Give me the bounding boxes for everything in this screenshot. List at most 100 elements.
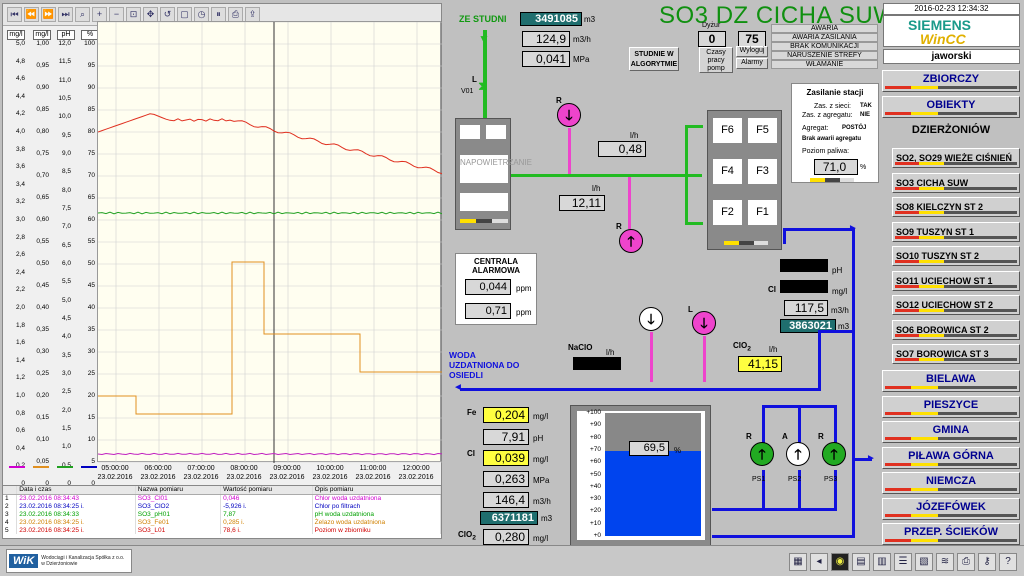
pump-arrow-up-icon[interactable]: 🡑 xyxy=(750,442,774,466)
table-row[interactable]: 5 23.02.2016 08:34:25 i. SO3_L01 78,6 i. Poz… xyxy=(3,526,442,534)
nav-area[interactable]: PRZEP. ŚCIEKÓW xyxy=(882,523,1020,545)
nav-station[interactable]: SO12 UCIECHOW ST 2 xyxy=(892,295,1020,315)
pump-arrow-up-icon[interactable]: 🡑 xyxy=(822,442,846,466)
y-tick-label: 9,5 xyxy=(61,131,71,139)
pipe xyxy=(685,222,703,225)
pump-times-button[interactable]: Czasy pracy pomp xyxy=(699,47,733,73)
nav-station[interactable]: SO11 UCIECHOW ST 1 xyxy=(892,270,1020,291)
status-bar xyxy=(895,186,1018,190)
nav-station[interactable]: SO7 BOROWICA ST 3 xyxy=(892,344,1020,364)
dosing-flow-2: 12,11 xyxy=(559,195,605,211)
table-row[interactable]: 1 23.02.2016 08:34:43 SO3_Cl01 0,046 Chlor w… xyxy=(3,494,442,502)
x-tick-date: 23.02.2016 xyxy=(97,474,133,481)
status-bar xyxy=(460,219,508,223)
nav-area[interactable]: NIEMCZA xyxy=(882,472,1020,494)
pump-arrow-up-icon[interactable]: 🡑 xyxy=(619,229,643,253)
nav-area[interactable]: JÓZEFÓWEK xyxy=(882,497,1020,520)
supply-label: Agregat: xyxy=(802,125,829,132)
pump-arrow-down-icon[interactable]: 🡓 xyxy=(557,103,581,127)
y-tick-label: 25 xyxy=(87,370,95,377)
zoom-area-icon[interactable]: ⊡ xyxy=(126,7,141,22)
nav-station[interactable]: SO2, SO29 WIEŻE CIŚNIEŃ xyxy=(892,148,1020,168)
y-tick-label: 45 xyxy=(87,282,95,289)
runtime-icon[interactable]: ▦ xyxy=(789,553,807,571)
table-row[interactable]: 4 23.02.2016 08:34:25 i. SO3_Fe01 0,285 i. Ż… xyxy=(3,518,442,526)
zoom-out-icon[interactable]: − xyxy=(109,7,124,22)
x-tick-time: 08:00:00 xyxy=(230,465,258,472)
tank[interactable]: +100 +90 +80 +70 +60 +50 +40 +30 +20 +10 +0 69,5 % xyxy=(570,405,711,546)
nav-area[interactable]: BIELAWA xyxy=(882,370,1020,392)
y-tick-label: 10 xyxy=(87,436,95,443)
nav-station[interactable]: SO8 KIELCZYN ST 2 xyxy=(892,197,1020,217)
forward-icon[interactable]: ⏩ xyxy=(41,7,56,22)
table-row[interactable]: 2 23.02.2016 08:34:25 i. SO3_ClO2 -5,926 i.… xyxy=(3,502,442,510)
y-tick-label: 0,8 xyxy=(15,409,25,417)
select-icon[interactable]: ▢ xyxy=(177,7,192,22)
pump-arrow-down-icon[interactable]: 🡓 xyxy=(639,307,663,331)
filter-f5[interactable]: F5 xyxy=(748,118,777,143)
legend-swatch xyxy=(81,466,97,468)
alarms-button[interactable]: Alarmy xyxy=(736,58,768,69)
nav-obiekty[interactable]: OBIEKTY xyxy=(882,96,1020,118)
y-tick-label: 75 xyxy=(87,150,95,157)
tank-level: 69,5 xyxy=(629,441,669,456)
original-view-icon[interactable]: ↺ xyxy=(160,7,175,22)
help-icon[interactable]: ? xyxy=(999,553,1017,571)
pause-icon[interactable]: ⏸ xyxy=(211,7,226,22)
alarm-bell-icon[interactable]: ◉ xyxy=(831,553,849,571)
key-icon[interactable]: ⚷ xyxy=(978,553,996,571)
tank-tick: +90 xyxy=(589,421,601,429)
grid-icon[interactable]: ▤ xyxy=(852,553,870,571)
nav-area[interactable]: GMINA xyxy=(882,421,1020,443)
table-icon[interactable]: ▥ xyxy=(873,553,891,571)
x-tick-time: 11:00:00 xyxy=(359,465,387,472)
status-bar xyxy=(895,211,1018,214)
nav-area[interactable]: PIESZYCE xyxy=(882,395,1020,418)
print-icon[interactable]: ⎙ xyxy=(957,553,975,571)
filter-f3[interactable]: F3 xyxy=(748,159,777,184)
pump-arrow-up-icon[interactable]: 🡑 xyxy=(786,442,810,466)
nav-area[interactable]: PIŁAWA GÓRNA xyxy=(882,446,1020,469)
y-tick-label: 60 xyxy=(87,216,95,223)
table-row[interactable]: 3 23.02.2016 08:34:33 SO3_pH01 7,87 pH woda … xyxy=(3,510,442,518)
pump-name: PS2 xyxy=(788,476,802,483)
nav-zbiorczy[interactable]: ZBIORCZY xyxy=(882,70,1020,92)
nav-station[interactable]: SO9 TUSZYN ST 1 xyxy=(892,221,1020,242)
pipe xyxy=(628,177,631,229)
pressure-value: 0,263 xyxy=(483,471,529,487)
y-tick-label: 0,45 xyxy=(36,282,49,289)
filter-f1[interactable]: F1 xyxy=(748,200,777,225)
pump-arrow-down-icon[interactable]: 🡓 xyxy=(692,311,716,335)
nav-station[interactable]: SO10 TUSZYN ST 2 xyxy=(892,246,1020,266)
report-icon[interactable]: ▧ xyxy=(915,553,933,571)
trend-icon[interactable]: ≋ xyxy=(936,553,954,571)
time-range-icon[interactable]: ◷ xyxy=(194,7,209,22)
y-tick-label: 0,55 xyxy=(36,238,49,245)
nav-station[interactable]: SO3 CICHA SUW xyxy=(892,172,1020,193)
filter-f6[interactable]: F6 xyxy=(713,118,742,143)
logout-button[interactable]: Wyloguj xyxy=(736,46,768,57)
zoom-in-icon[interactable]: + xyxy=(92,7,107,22)
first-icon[interactable]: ⏮ xyxy=(7,7,22,22)
print-icon[interactable]: ⎙ xyxy=(228,7,243,22)
filter-f4[interactable]: F4 xyxy=(713,159,742,184)
dyzur-b: 75 xyxy=(738,31,766,47)
last-icon[interactable]: ⏭ xyxy=(58,7,73,22)
y-tick-label: 85 xyxy=(87,106,95,113)
filter-f2[interactable]: F2 xyxy=(713,200,742,225)
status-bar xyxy=(810,178,854,182)
zoom-icon[interactable]: ⌕ xyxy=(75,7,90,22)
wells-algorithm-button[interactable]: STUDNIE W ALGORYTMIE xyxy=(629,47,679,71)
nav-station[interactable]: SO6 BOROWICA ST 2 xyxy=(892,319,1020,340)
y-tick-label: 3,0 xyxy=(15,216,25,223)
y-tick-label: 80 xyxy=(87,128,95,135)
valve-icon[interactable]: ⧗ xyxy=(478,79,486,94)
list-icon[interactable]: ☰ xyxy=(894,553,912,571)
rewind-icon[interactable]: ⏪ xyxy=(24,7,39,22)
move-icon[interactable]: ✥ xyxy=(143,7,158,22)
aerator-tank[interactable]: NAPOWIETRZANIE xyxy=(455,118,532,230)
table-cell: pH woda uzdatniona xyxy=(312,510,442,518)
trend-plot[interactable] xyxy=(97,21,443,463)
export-icon[interactable]: ⇪ xyxy=(245,7,260,22)
back-icon[interactable]: ◂ xyxy=(810,553,828,571)
